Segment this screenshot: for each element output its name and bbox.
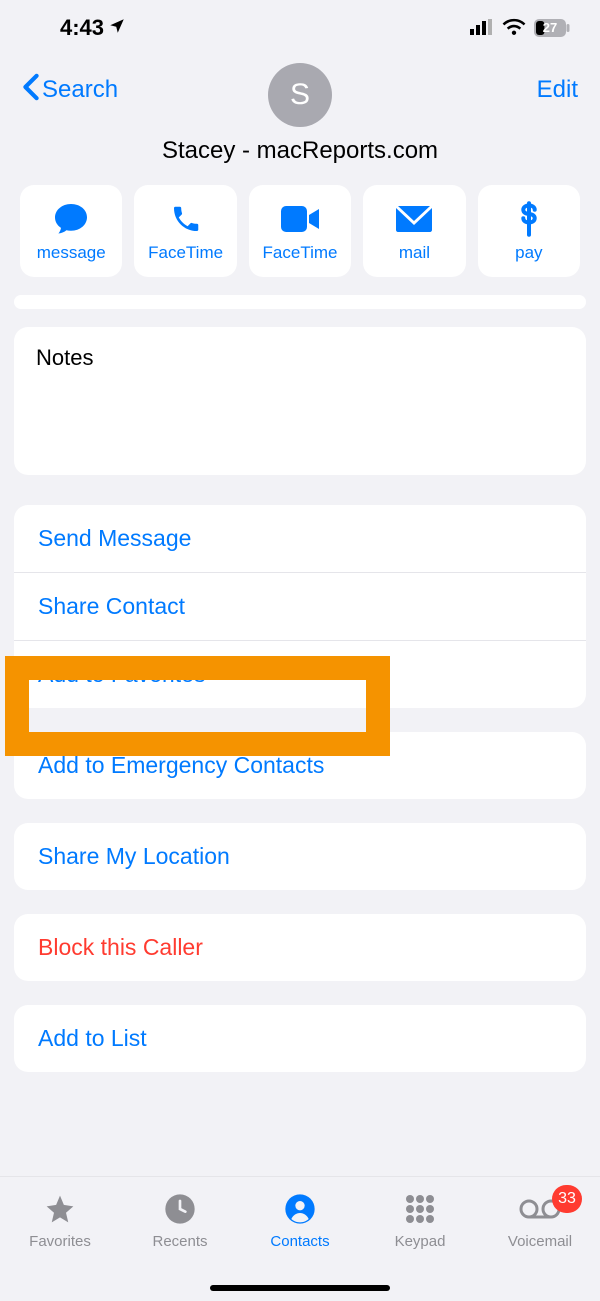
- avatar-initial: S: [290, 78, 310, 112]
- star-icon: [43, 1191, 77, 1227]
- notes-card[interactable]: Notes: [14, 327, 586, 475]
- status-bar: 4:43 27: [0, 0, 600, 55]
- mail-icon: [396, 199, 432, 239]
- message-label: message: [37, 243, 106, 263]
- video-icon: [281, 199, 319, 239]
- block-caller-row[interactable]: Block this Caller: [14, 914, 586, 981]
- tab-voicemail-label: Voicemail: [508, 1233, 572, 1250]
- voicemail-badge: 33: [552, 1185, 582, 1213]
- edit-button[interactable]: Edit: [537, 76, 578, 104]
- facetime-audio-label: FaceTime: [148, 243, 223, 263]
- contact-name: Stacey - macReports.com: [0, 137, 600, 165]
- pay-label: pay: [515, 243, 542, 263]
- status-time: 4:43: [60, 15, 104, 41]
- add-emergency-row[interactable]: Add to Emergency Contacts: [14, 732, 586, 799]
- location-icon: [108, 15, 126, 41]
- tab-bar: Favorites Recents Contacts Keypad 33 Voi…: [0, 1176, 600, 1301]
- clock-icon: [164, 1191, 196, 1227]
- avatar[interactable]: S: [268, 63, 332, 127]
- block-caller-label: Block this Caller: [38, 934, 203, 960]
- add-favorites-row[interactable]: Add to Favorites: [14, 641, 586, 708]
- home-indicator[interactable]: [210, 1285, 390, 1291]
- keypad-icon: [405, 1191, 435, 1227]
- facetime-video-button[interactable]: FaceTime: [249, 185, 351, 277]
- mail-label: mail: [399, 243, 430, 263]
- dollar-icon: [519, 199, 539, 239]
- contact-icon: [284, 1191, 316, 1227]
- add-list-label: Add to List: [38, 1025, 147, 1051]
- send-message-row[interactable]: Send Message: [14, 505, 586, 573]
- partial-card: [14, 295, 586, 309]
- message-button[interactable]: message: [20, 185, 122, 277]
- back-label: Search: [42, 76, 118, 104]
- back-button[interactable]: Search: [22, 73, 118, 108]
- tab-contacts-label: Contacts: [270, 1233, 329, 1250]
- add-emergency-label: Add to Emergency Contacts: [38, 752, 324, 778]
- contact-actions-group: Send Message Share Contact Add to Favori…: [14, 505, 586, 708]
- add-favorites-label: Add to Favorites: [38, 661, 205, 687]
- share-contact-label: Share Contact: [38, 593, 185, 619]
- action-row: message FaceTime FaceTime mail pay: [0, 165, 600, 277]
- share-location-label: Share My Location: [38, 843, 230, 869]
- tab-favorites-label: Favorites: [29, 1233, 91, 1250]
- tab-recents-label: Recents: [152, 1233, 207, 1250]
- facetime-video-label: FaceTime: [263, 243, 338, 263]
- share-location-row[interactable]: Share My Location: [14, 823, 586, 890]
- battery-percent: 27: [534, 20, 566, 35]
- tab-favorites[interactable]: Favorites: [0, 1191, 120, 1301]
- share-contact-row[interactable]: Share Contact: [14, 573, 586, 641]
- chevron-left-icon: [22, 73, 40, 108]
- edit-label: Edit: [537, 76, 578, 103]
- phone-icon: [170, 199, 202, 239]
- tab-keypad-label: Keypad: [395, 1233, 446, 1250]
- cellular-icon: [470, 15, 494, 41]
- notes-label: Notes: [36, 345, 93, 370]
- message-icon: [53, 199, 89, 239]
- facetime-audio-button[interactable]: FaceTime: [134, 185, 236, 277]
- pay-button[interactable]: pay: [478, 185, 580, 277]
- voicemail-badge-count: 33: [558, 1190, 576, 1208]
- battery-icon: 27: [534, 19, 570, 37]
- mail-button[interactable]: mail: [363, 185, 465, 277]
- send-message-label: Send Message: [38, 525, 191, 551]
- wifi-icon: [502, 15, 526, 41]
- add-list-row[interactable]: Add to List: [14, 1005, 586, 1072]
- tab-voicemail[interactable]: 33 Voicemail: [480, 1191, 600, 1301]
